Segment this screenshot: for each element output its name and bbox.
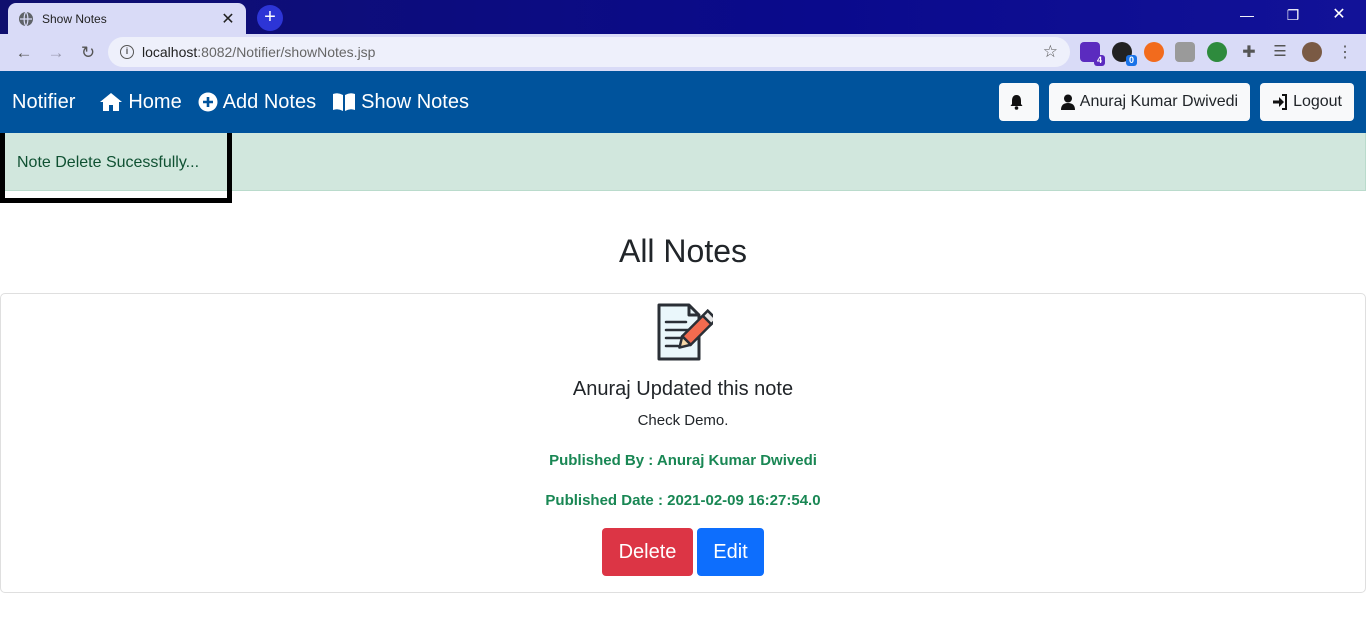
user-icon [1060, 94, 1075, 110]
success-alert: Note Delete Sucessfully... [0, 133, 1366, 203]
note-content: Check Demo. [637, 412, 729, 429]
nav-show-notes[interactable]: Show Notes [332, 91, 469, 114]
delete-button[interactable]: Delete [602, 528, 693, 576]
address-bar[interactable]: i localhost:8082/Notifier/showNotes.jsp … [108, 37, 1070, 67]
alert-message: Note Delete Sucessfully... [17, 154, 200, 171]
extension-1-icon[interactable]: 4 [1080, 42, 1105, 66]
nav-add-notes-label: Add Notes [222, 90, 317, 113]
window-close-icon[interactable]: ✕ [1316, 0, 1362, 30]
puzzle-icon[interactable]: ✚ [1239, 42, 1259, 62]
nav-home[interactable]: Home [99, 90, 182, 114]
published-date: Published Date : 2021-02-09 16:27:54.0 [545, 492, 821, 509]
extension-3-icon[interactable] [1144, 42, 1164, 62]
page-title: All Notes [618, 233, 748, 269]
published-by: Published By : Anuraj Kumar Dwivedi [549, 452, 817, 469]
new-tab-button[interactable]: + [257, 5, 283, 31]
globe-icon [19, 11, 33, 26]
edit-button[interactable]: Edit [697, 528, 764, 576]
logout-button[interactable]: Logout [1260, 83, 1354, 121]
back-icon[interactable]: ← [10, 39, 38, 67]
profile-avatar[interactable] [1302, 42, 1322, 62]
user-profile-button[interactable]: Anuraj Kumar Dwivedi [1048, 83, 1251, 121]
bookmark-star-icon[interactable]: ☆ [1043, 42, 1058, 62]
browser-menu-icon[interactable]: ⋮ [1335, 42, 1355, 62]
extension-1-badge: 4 [1093, 55, 1105, 66]
forward-icon[interactable]: → [42, 39, 70, 67]
restore-icon[interactable]: ❐ [1270, 0, 1316, 30]
extension-2-badge: 0 [1125, 55, 1137, 66]
close-tab-icon[interactable]: ✕ [220, 9, 236, 29]
url-path: :8082/Notifier/showNotes.jsp [197, 44, 376, 60]
site-info-icon[interactable]: i [120, 45, 134, 59]
note-actions: Delete Edit [1, 528, 1365, 576]
nav-show-notes-label: Show Notes [361, 90, 469, 113]
notifications-button[interactable] [998, 83, 1039, 121]
url-host: localhost [142, 44, 198, 60]
reload-icon[interactable]: ↻ [74, 39, 102, 67]
extension-4-icon[interactable] [1175, 42, 1195, 62]
note-title: Anuraj Updated this note [572, 378, 794, 400]
tab-title: Show Notes [42, 11, 107, 26]
nav-home-label: Home [128, 90, 182, 113]
media-queue-icon[interactable]: ☰ [1270, 42, 1290, 62]
logout-label: Logout [1293, 93, 1342, 110]
browser-tab[interactable]: Show Notes ✕ [8, 3, 246, 34]
minimize-icon[interactable]: — [1224, 0, 1270, 30]
user-name: Anuraj Kumar Dwivedi [1079, 93, 1239, 110]
browser-titlebar: Show Notes ✕ + — ❐ ✕ [0, 0, 1366, 34]
bell-icon [1010, 95, 1023, 110]
extension-5-icon[interactable] [1207, 42, 1227, 62]
extension-2-icon[interactable]: 0 [1112, 42, 1137, 66]
brand-logo[interactable]: Notifier [12, 91, 75, 114]
note-card: Anuraj Updated this note Check Demo. Pub… [0, 293, 1366, 593]
book-icon [333, 93, 356, 111]
app-navbar: Notifier Home Add Notes Show Notes Anura… [0, 71, 1366, 133]
home-icon [100, 93, 123, 111]
sign-in-icon [1273, 94, 1288, 110]
plus-circle-icon [198, 92, 218, 112]
browser-toolbar: ← → ↻ i localhost:8082/Notifier/showNote… [0, 34, 1366, 71]
nav-add-notes[interactable]: Add Notes [198, 91, 316, 114]
note-edit-icon [657, 303, 713, 361]
